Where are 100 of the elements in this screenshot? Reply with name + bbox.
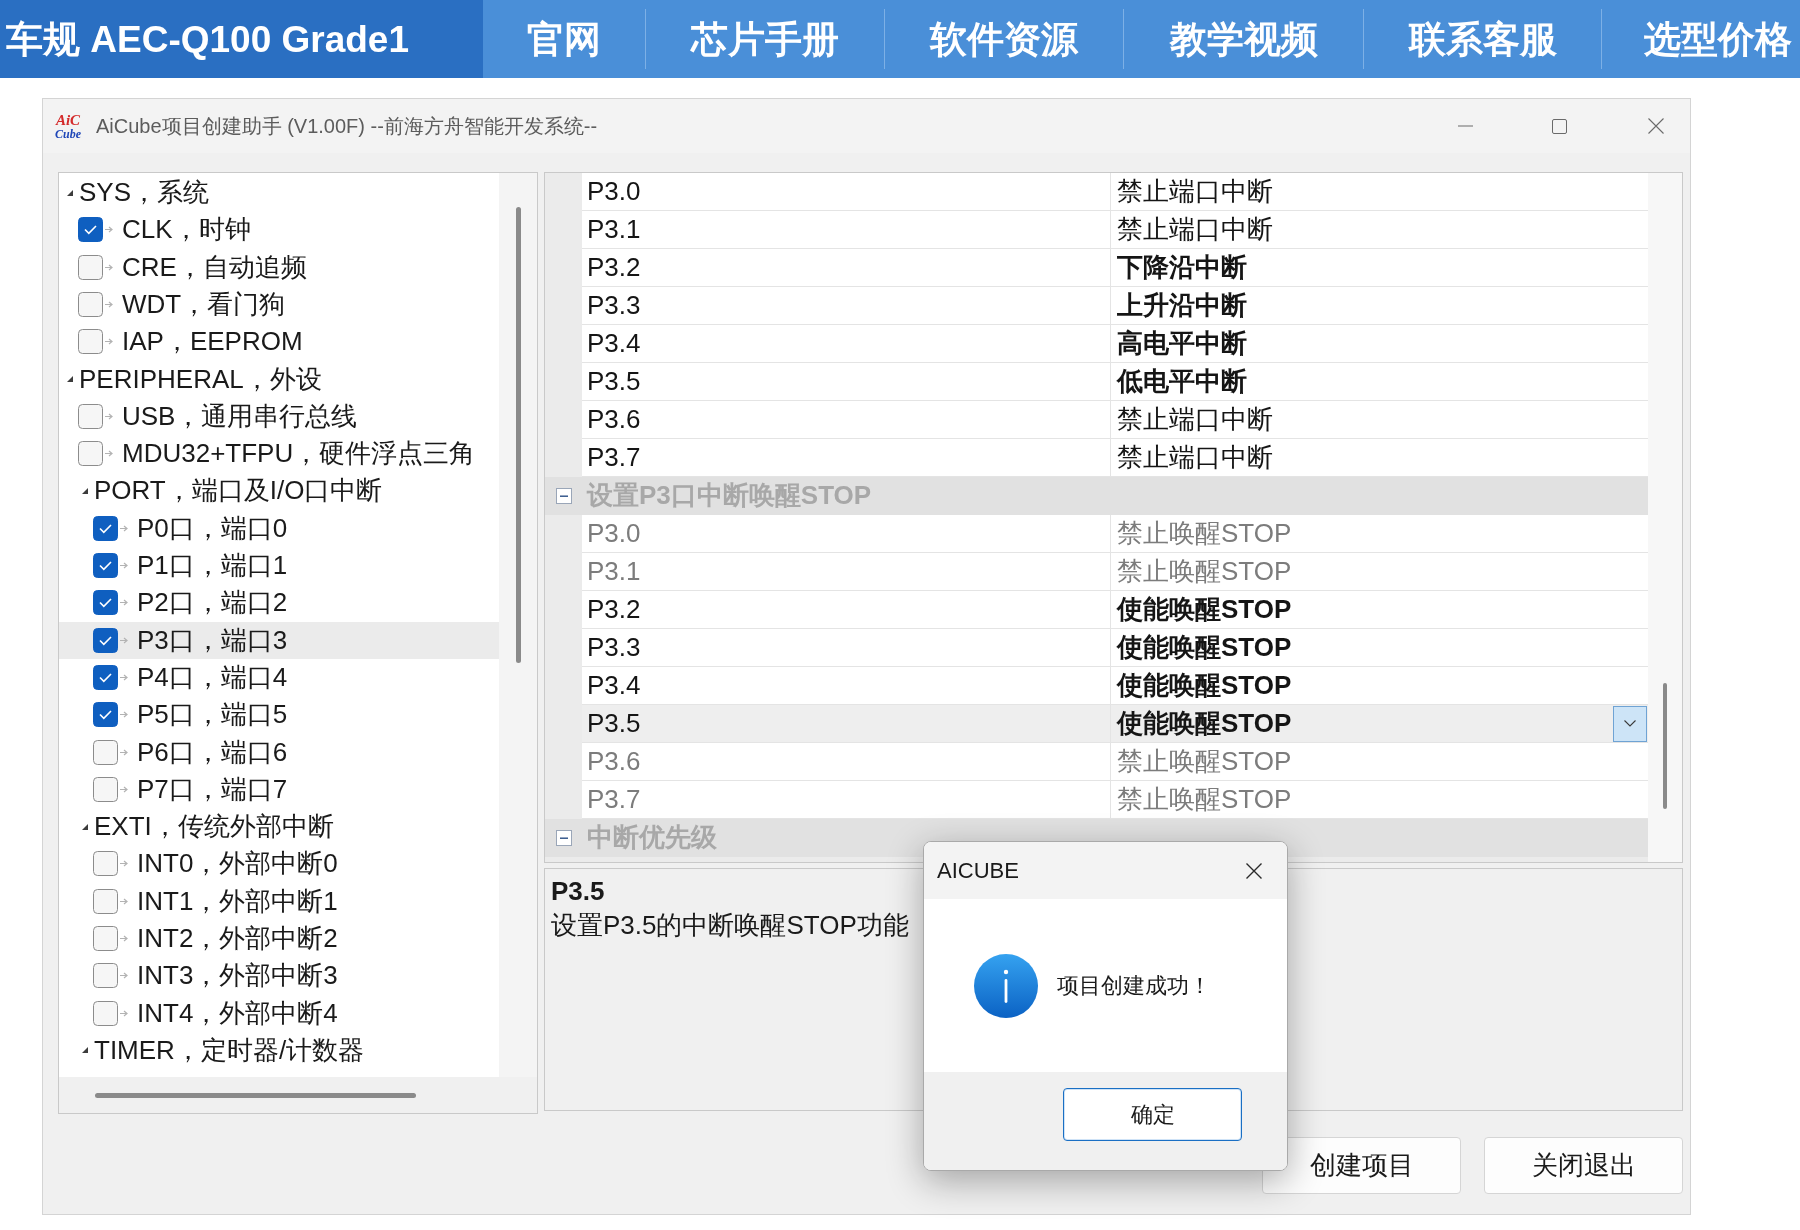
property-name: P3.5 xyxy=(587,365,641,398)
tree-item[interactable]: MDU32+TFPU，硬件浮点三角 xyxy=(59,435,499,473)
arrow-icon xyxy=(120,860,128,868)
checkbox[interactable] xyxy=(93,553,118,579)
tree-item[interactable]: P5口，端口5 xyxy=(59,696,499,734)
ok-button[interactable]: 确定 xyxy=(1063,1088,1242,1141)
tree-item[interactable]: P3口，端口3 xyxy=(59,621,499,659)
property-row[interactable]: P3.1 禁止端口中断 xyxy=(582,211,1648,249)
collapse-icon[interactable] xyxy=(556,830,572,846)
property-name: P3.1 xyxy=(587,555,641,588)
scrollbar-thumb[interactable] xyxy=(95,1093,416,1098)
tree-item[interactable]: PERIPHERAL，外设 xyxy=(59,360,499,398)
maximize-icon[interactable] xyxy=(1552,118,1567,134)
property-value: 禁止端口中断 xyxy=(1117,213,1273,246)
property-row[interactable]: P3.4 使能唤醒STOP xyxy=(582,667,1648,705)
property-row[interactable]: P3.3 上升沿中断 xyxy=(582,287,1648,325)
property-value: 禁止端口中断 xyxy=(1117,403,1273,436)
checkbox[interactable] xyxy=(93,665,118,690)
property-value: 下降沿中断 xyxy=(1117,251,1247,284)
checkbox[interactable] xyxy=(93,739,118,765)
scrollbar-thumb[interactable] xyxy=(515,207,521,663)
arrow-icon xyxy=(105,263,113,271)
checkbox[interactable] xyxy=(93,963,118,989)
arrow-icon xyxy=(120,636,128,644)
action-button[interactable]: 创建项目 xyxy=(1262,1137,1461,1194)
checkbox[interactable] xyxy=(93,1000,118,1026)
tree-item[interactable]: INT3，外部中断3 xyxy=(59,957,499,995)
checkbox[interactable] xyxy=(93,627,118,653)
property-value: 低电平中断 xyxy=(1117,365,1247,398)
property-row[interactable]: P3.0 禁止端口中断 xyxy=(582,173,1648,211)
property-row[interactable]: P3.6 禁止端口中断 xyxy=(582,401,1648,439)
property-name: P3.7 xyxy=(587,441,641,474)
checkbox[interactable] xyxy=(93,851,118,877)
property-value: 使能唤醒STOP xyxy=(1117,707,1292,740)
property-row[interactable]: P3.3 使能唤醒STOP xyxy=(582,629,1648,667)
checkbox[interactable] xyxy=(78,217,103,243)
checkbox[interactable] xyxy=(93,888,118,914)
property-row[interactable]: P3.2 使能唤醒STOP xyxy=(582,591,1648,629)
property-row[interactable]: P3.4 高电平中断 xyxy=(582,325,1648,363)
tree-item[interactable]: PORT，端口及I/O口中断 xyxy=(59,472,499,510)
checkbox[interactable] xyxy=(78,254,103,280)
property-name: P3.1 xyxy=(587,213,641,246)
checkbox[interactable] xyxy=(93,515,118,541)
property-name: P3.0 xyxy=(587,175,641,208)
tree-item[interactable]: P4口，端口4 xyxy=(59,658,499,697)
tree-item[interactable]: CLK，时钟 xyxy=(59,211,499,249)
property-value: 禁止端口中断 xyxy=(1117,175,1273,208)
tree-item[interactable]: EXTI，传统外部中断 xyxy=(59,808,499,846)
property-name: P3.6 xyxy=(587,403,641,436)
window-title: AiCube项目创建助手 (V1.00F) --前海方舟智能开发系统-- xyxy=(96,114,598,139)
dialog-title: AICUBE xyxy=(937,857,1019,885)
scrollbar-thumb[interactable] xyxy=(1663,683,1667,809)
tree-item[interactable]: TIMER，定时器/计数器 xyxy=(59,1031,499,1070)
checkbox[interactable] xyxy=(78,292,103,318)
checkbox[interactable] xyxy=(78,403,103,429)
property-name: P3.0 xyxy=(587,517,641,550)
property-name: P3.4 xyxy=(587,669,641,702)
tree-item[interactable]: CRE，自动追频 xyxy=(59,248,499,286)
tree-item[interactable]: P0口，端口0 xyxy=(59,509,499,547)
arrow-icon xyxy=(120,599,128,607)
close-icon[interactable] xyxy=(1246,862,1262,879)
tree-item[interactable]: SYS，系统 xyxy=(59,174,499,212)
tree-item[interactable]: INT4，外部中断4 xyxy=(59,994,499,1032)
collapse-icon[interactable] xyxy=(556,488,572,504)
checkbox[interactable] xyxy=(93,702,118,728)
checkbox[interactable] xyxy=(78,441,103,467)
tree-item[interactable]: P6口，端口6 xyxy=(59,733,499,771)
description-text: 设置P3.5的中断唤醒STOP功能 xyxy=(551,908,909,942)
checkbox[interactable] xyxy=(93,776,118,802)
property-value: 禁止唤醒STOP xyxy=(1117,783,1292,816)
triangle-icon[interactable] xyxy=(82,1047,88,1054)
tree-item[interactable]: P1口，端口1 xyxy=(59,546,499,585)
tree-item[interactable]: IAP，EEPROM xyxy=(59,323,499,361)
app-logo: AiC Cube xyxy=(54,112,82,140)
action-button[interactable]: 关闭退出 xyxy=(1484,1137,1683,1194)
tree-item[interactable]: P7口，端口7 xyxy=(59,770,499,809)
triangle-icon[interactable] xyxy=(82,488,88,494)
tree-item[interactable]: P2口，端口2 xyxy=(59,584,499,622)
triangle-icon[interactable] xyxy=(82,823,88,830)
property-value: 禁止唤醒STOP xyxy=(1117,517,1292,550)
property-row[interactable]: P3.5 使能唤醒STOP xyxy=(582,705,1648,743)
checkbox[interactable] xyxy=(78,329,103,355)
tree-item[interactable]: WDT，看门狗 xyxy=(59,285,499,324)
property-row[interactable]: P3.5 低电平中断 xyxy=(582,363,1648,401)
property-row[interactable]: P3.2 下降沿中断 xyxy=(582,249,1648,287)
property-value: 禁止唤醒STOP xyxy=(1117,745,1292,778)
property-name: P3.2 xyxy=(587,593,641,626)
arrow-icon xyxy=(120,562,128,570)
tree-item[interactable]: INT1，外部中断1 xyxy=(59,882,499,920)
triangle-icon[interactable] xyxy=(67,189,73,196)
site-title: 车规 AEC-Q100 Grade1 xyxy=(6,20,410,58)
checkbox[interactable] xyxy=(93,590,118,616)
checkbox[interactable] xyxy=(93,926,118,952)
tree-item[interactable]: INT2，外部中断2 xyxy=(59,919,499,958)
tree-item[interactable]: USB，通用串行总线 xyxy=(59,397,499,436)
arrow-icon xyxy=(120,674,128,681)
property-value: 使能唤醒STOP xyxy=(1117,669,1292,702)
tree-item[interactable]: INT0，外部中断0 xyxy=(59,845,499,883)
property-row[interactable]: P3.7 禁止端口中断 xyxy=(582,439,1648,477)
triangle-icon[interactable] xyxy=(67,376,73,383)
